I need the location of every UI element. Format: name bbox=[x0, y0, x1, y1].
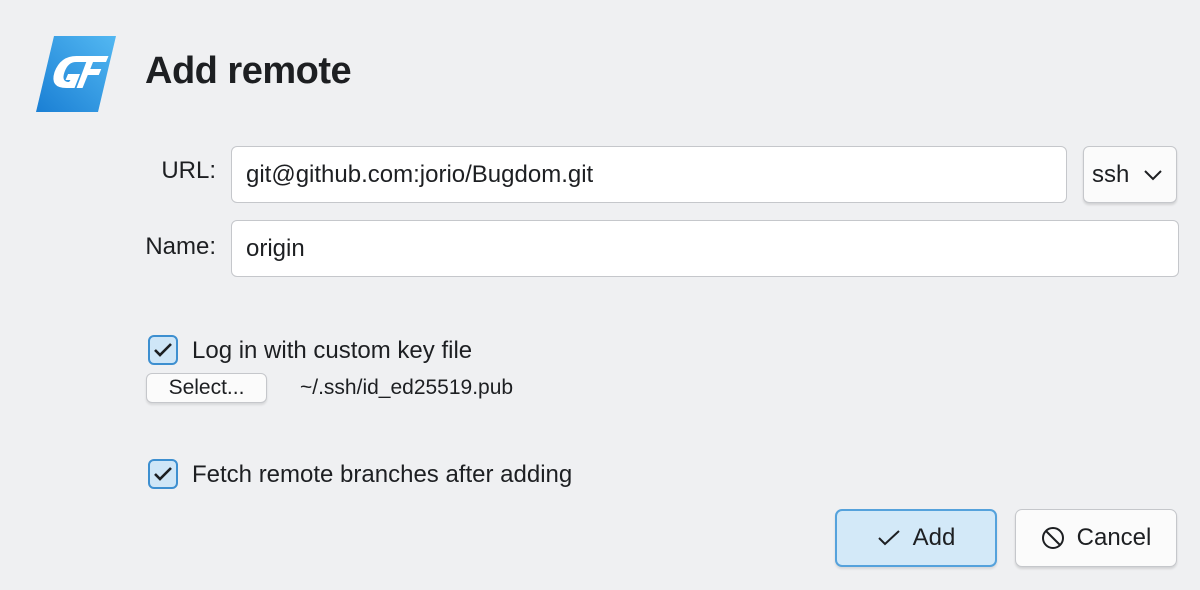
add-button-label: Add bbox=[912, 524, 956, 551]
checkmark-icon bbox=[877, 530, 900, 546]
fetch-branches-checkbox[interactable] bbox=[148, 459, 178, 489]
checkmark-icon bbox=[154, 343, 172, 357]
gf-logo-icon bbox=[36, 36, 116, 112]
name-input[interactable] bbox=[231, 220, 1179, 277]
name-label: Name: bbox=[145, 233, 216, 260]
cancel-button-label: Cancel bbox=[1076, 524, 1152, 551]
url-label: URL: bbox=[161, 157, 216, 184]
chevron-down-icon bbox=[1144, 169, 1163, 180]
protocol-select-value: ssh bbox=[1092, 160, 1130, 188]
cancel-circle-icon bbox=[1041, 527, 1064, 549]
dialog-title: Add remote bbox=[145, 50, 352, 92]
cancel-button[interactable]: Cancel bbox=[1015, 509, 1177, 567]
protocol-select[interactable]: ssh bbox=[1083, 146, 1177, 203]
add-button[interactable]: Add bbox=[835, 509, 997, 567]
key-file-path: ~/.ssh/id_ed25519.pub bbox=[300, 376, 514, 399]
checkmark-icon bbox=[154, 467, 172, 481]
add-remote-dialog: Add remote URL: ssh Name: Log in with cu… bbox=[0, 0, 1200, 590]
fetch-branches-label[interactable]: Fetch remote branches after adding bbox=[192, 461, 572, 489]
custom-key-checkbox[interactable] bbox=[148, 335, 178, 365]
custom-key-label[interactable]: Log in with custom key file bbox=[192, 337, 472, 365]
url-input[interactable] bbox=[231, 146, 1067, 203]
select-key-button[interactable]: Select... bbox=[146, 373, 267, 403]
